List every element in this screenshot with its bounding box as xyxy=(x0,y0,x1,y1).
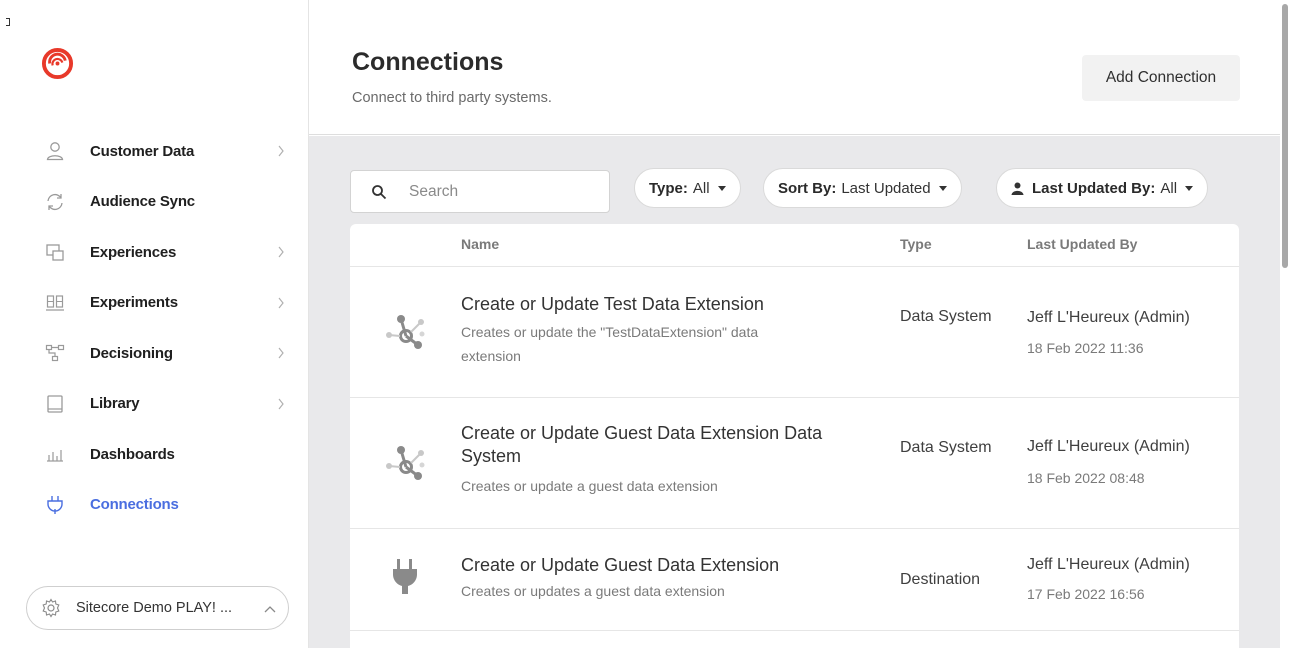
search-icon xyxy=(372,185,387,200)
connection-description: Creates or update a guest data extension xyxy=(461,478,718,494)
chevron-right-icon xyxy=(276,296,286,310)
sidebar-item-experiments[interactable]: Experiments xyxy=(0,278,309,329)
last-updated-by: Jeff L'Heureux (Admin) xyxy=(1027,556,1190,573)
window-corner-mark xyxy=(6,18,10,26)
connection-description: Creates or update the "TestDataExtension… xyxy=(461,324,759,364)
sidebar-item-decisioning[interactable]: Decisioning xyxy=(0,328,309,379)
caret-down-icon xyxy=(717,185,726,191)
experiments-icon xyxy=(44,292,66,314)
sidebar: Customer Data Audience Sync Experiences xyxy=(0,0,309,648)
connections-table: Name Type Last Updated By Create or Upda… xyxy=(350,224,1239,648)
sort-by-value: Last Updated xyxy=(841,179,931,197)
sort-by-key: Sort By: xyxy=(778,179,837,197)
sidebar-item-label: Audience Sync xyxy=(90,193,195,211)
sidebar-item-label: Library xyxy=(90,395,140,413)
type-filter-value: All xyxy=(692,179,710,197)
connection-type: Destination xyxy=(900,571,981,588)
column-header-type[interactable]: Type xyxy=(900,236,932,252)
column-header-last-updated-by[interactable]: Last Updated By xyxy=(1027,236,1137,252)
sidebar-item-label: Dashboards xyxy=(90,445,175,463)
data-system-icon xyxy=(386,446,425,480)
sidebar-item-library[interactable]: Library xyxy=(0,379,309,430)
last-updated-date: 18 Feb 2022 08:48 xyxy=(1027,470,1145,486)
sidebar-nav: Customer Data Audience Sync Experiences xyxy=(0,126,309,530)
plug-icon xyxy=(44,494,66,516)
dashboards-icon xyxy=(44,443,66,465)
table-row[interactable]: Create or Update Guest Data Extension Cr… xyxy=(350,529,1239,631)
sidebar-item-connections[interactable]: Connections xyxy=(0,480,309,531)
chevron-right-icon xyxy=(276,144,286,158)
page-subtitle: Connect to third party systems. xyxy=(352,90,552,106)
add-connection-button[interactable]: Add Connection xyxy=(1082,55,1240,101)
sort-by-dropdown[interactable]: Sort By: Last Updated xyxy=(763,168,962,208)
search-box[interactable] xyxy=(350,170,610,213)
sidebar-item-experiences[interactable]: Experiences xyxy=(0,227,309,278)
org-switcher-label: Sitecore Demo PLAY! ... xyxy=(76,600,233,616)
chevron-up-icon xyxy=(264,606,276,613)
decisioning-icon xyxy=(44,342,66,364)
library-icon xyxy=(44,393,66,415)
data-system-icon xyxy=(386,315,425,349)
table-row[interactable]: Create or Update Test Data Extension Cre… xyxy=(350,267,1239,398)
sidebar-item-label: Connections xyxy=(90,496,179,514)
sidebar-item-audience-sync[interactable]: Audience Sync xyxy=(0,177,309,228)
connection-description: Creates or updates a guest data extensio… xyxy=(461,583,725,599)
connection-type: Data System xyxy=(900,308,992,325)
person-icon xyxy=(44,140,66,162)
page-title: Connections xyxy=(352,48,504,76)
last-updated-by: Jeff L'Heureux (Admin) xyxy=(1027,438,1190,455)
connection-name: Create or Update Guest Data Extension Da… xyxy=(461,423,823,466)
chevron-right-icon xyxy=(276,346,286,360)
sync-icon xyxy=(44,191,66,213)
gear-icon xyxy=(42,598,60,618)
caret-down-icon xyxy=(938,185,947,191)
last-updated-by-value: All xyxy=(1160,179,1178,197)
connections-content: Type: All Sort By: Last Updated Last Upd… xyxy=(309,136,1280,648)
page-scrollbar[interactable] xyxy=(1280,0,1290,648)
sidebar-item-label: Experiments xyxy=(90,294,178,312)
scrollbar-thumb[interactable] xyxy=(1282,4,1288,268)
sidebar-item-dashboards[interactable]: Dashboards xyxy=(0,429,309,480)
column-header-name[interactable]: Name xyxy=(461,236,499,252)
plug-icon xyxy=(393,559,417,594)
table-row[interactable]: Create or Update Guest Data Extension Da… xyxy=(350,398,1239,529)
page-header: Connections Connect to third party syste… xyxy=(309,0,1280,135)
sidebar-item-label: Customer Data xyxy=(90,142,195,160)
chevron-right-icon xyxy=(276,397,286,411)
person-icon xyxy=(1011,182,1024,195)
last-updated-by: Jeff L'Heureux (Admin) xyxy=(1027,309,1190,326)
experiences-icon xyxy=(44,241,66,263)
last-updated-date: 18 Feb 2022 11:36 xyxy=(1027,340,1144,356)
type-filter-dropdown[interactable]: Type: All xyxy=(634,168,741,208)
connection-type: Data System xyxy=(900,439,992,456)
sidebar-item-label: Decisioning xyxy=(90,344,173,362)
connection-name: Create or Update Guest Data Extension xyxy=(461,555,780,575)
sitecore-logo[interactable] xyxy=(41,47,74,80)
sidebar-item-label: Experiences xyxy=(90,243,177,261)
last-updated-date: 17 Feb 2022 16:56 xyxy=(1027,586,1145,602)
chevron-right-icon xyxy=(276,245,286,259)
connection-name: Create or Update Test Data Extension xyxy=(461,294,764,314)
search-input[interactable] xyxy=(409,181,599,203)
type-filter-key: Type: xyxy=(649,179,688,197)
sidebar-item-customer-data[interactable]: Customer Data xyxy=(0,126,309,177)
last-updated-by-key: Last Updated By: xyxy=(1032,179,1156,197)
caret-down-icon xyxy=(1185,185,1194,191)
last-updated-by-dropdown[interactable]: Last Updated By: All xyxy=(996,168,1209,208)
org-switcher[interactable]: Sitecore Demo PLAY! ... xyxy=(26,586,289,630)
